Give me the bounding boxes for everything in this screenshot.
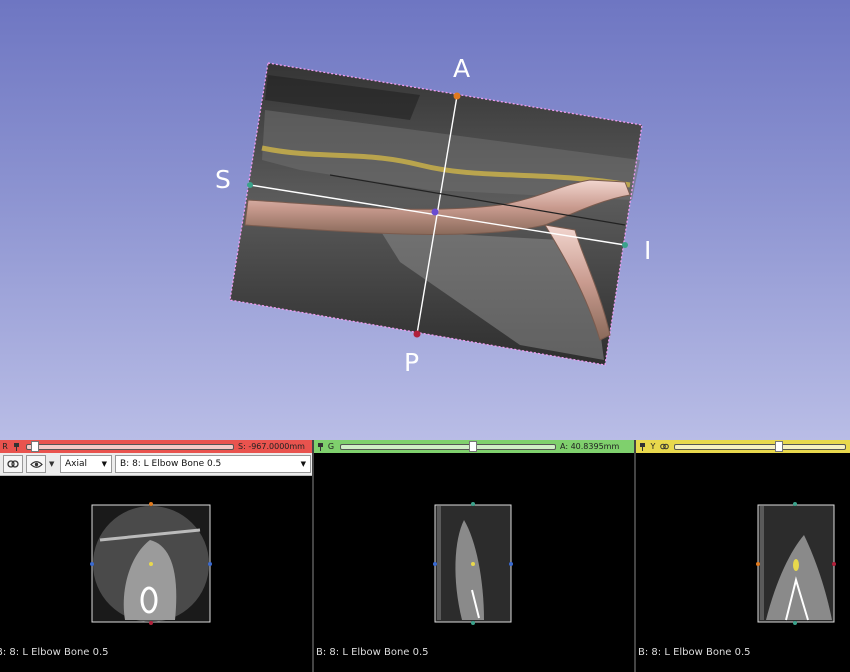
inferior-handle[interactable] [622,242,628,248]
inferior-label: I [644,236,652,265]
anterior-handle[interactable] [453,92,461,100]
posterior-label: P [404,348,420,377]
posterior-handle[interactable] [413,330,421,338]
green-slice-view[interactable]: G A: 40.8395mm B: 8: L Elbow Bone 0.5 [314,440,634,672]
yellow-view-caption: B: 8: L Elbow Bone 0.5 [638,647,751,658]
superior-label: S [215,165,231,194]
anterior-label: A [453,54,471,83]
center-handle[interactable] [431,208,439,216]
red-slice-view[interactable]: R S: -967.0000mm ▼ Axial ▼ B: 8: L Elbow… [0,440,312,672]
superior-handle[interactable] [247,182,253,188]
red-view-caption: B: 8: L Elbow Bone 0.5 [0,647,109,658]
3d-scene[interactable] [0,0,850,440]
yellow-slice-view[interactable]: Y B: 8: L Elbow Bone 0.5 [636,440,850,672]
coronal-slice-image[interactable] [314,440,634,672]
axial-slice-image[interactable] [0,440,312,672]
3d-view[interactable]: A S I P [0,0,850,440]
sagittal-slice-image[interactable] [636,440,850,672]
green-view-caption: B: 8: L Elbow Bone 0.5 [316,647,429,658]
